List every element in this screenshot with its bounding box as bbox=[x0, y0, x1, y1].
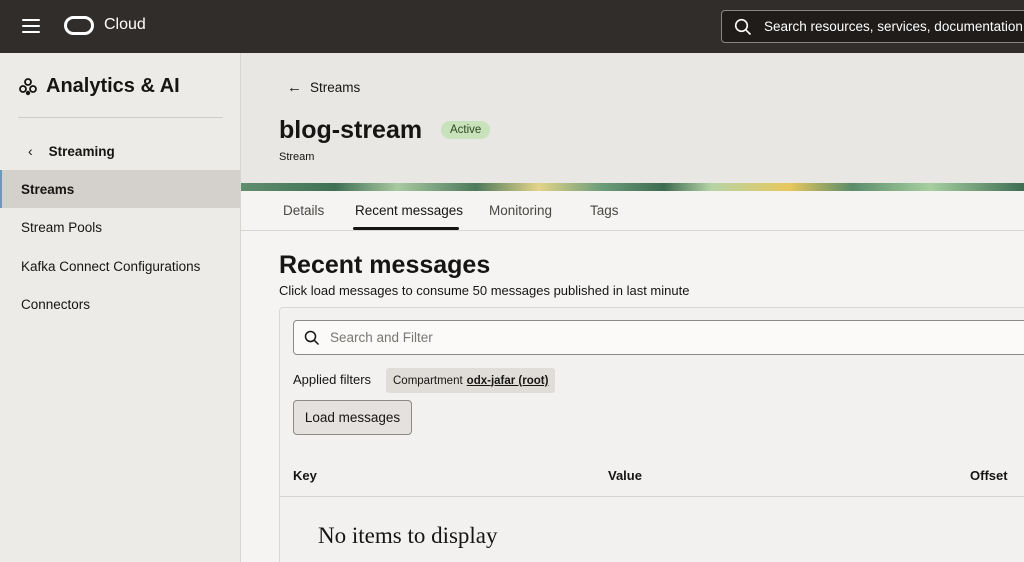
status-badge: Active bbox=[441, 121, 491, 139]
column-header-offset[interactable]: Offset bbox=[970, 468, 1008, 483]
column-header-value[interactable]: Value bbox=[608, 468, 642, 483]
menu-icon[interactable] bbox=[22, 19, 40, 33]
tab-monitoring[interactable]: Monitoring bbox=[489, 203, 552, 218]
analytics-icon bbox=[19, 77, 37, 95]
arrow-left-icon: ← bbox=[287, 79, 302, 96]
table-header-divider bbox=[280, 496, 1024, 497]
sidebar-heading: Analytics & AI bbox=[18, 75, 180, 98]
filter-chip-compartment: Compartment odx-jafar (root) bbox=[386, 368, 556, 393]
search-icon bbox=[734, 18, 752, 35]
search-icon bbox=[304, 330, 320, 345]
chevron-left-icon: ‹ bbox=[28, 143, 33, 159]
sidebar-item-kafka-connect[interactable]: Kafka Connect Configurations bbox=[0, 247, 240, 285]
active-tab-indicator bbox=[353, 227, 459, 230]
tab-tags[interactable]: Tags bbox=[590, 203, 619, 218]
back-link-label: Streams bbox=[310, 80, 361, 95]
back-to-streams-link[interactable]: ← Streams bbox=[287, 79, 360, 96]
top-bar: Cloud Search resources, services, docume… bbox=[0, 0, 1024, 53]
messages-panel: Search and Filter Applied filters Compar… bbox=[279, 307, 1024, 562]
applied-filters-label: Applied filters bbox=[293, 372, 372, 387]
page-title: blog-stream bbox=[279, 116, 423, 144]
page-subtitle: Stream bbox=[279, 151, 315, 163]
sidebar: Analytics & AI ‹ Streaming Streams Strea… bbox=[0, 53, 241, 562]
sidebar-back-label: Streaming bbox=[48, 143, 115, 159]
search-filter-input[interactable]: Search and Filter bbox=[293, 320, 1024, 355]
column-header-key[interactable]: Key bbox=[293, 468, 317, 483]
global-search-placeholder: Search resources, services, documentatio… bbox=[764, 19, 1024, 34]
search-filter-placeholder: Search and Filter bbox=[330, 330, 433, 345]
section-title: Recent messages bbox=[279, 251, 491, 279]
sidebar-item-connectors[interactable]: Connectors bbox=[0, 285, 240, 323]
oracle-logo-icon[interactable] bbox=[64, 16, 94, 35]
global-search-input[interactable]: Search resources, services, documentatio… bbox=[721, 10, 1024, 43]
sidebar-item-streams[interactable]: Streams bbox=[0, 170, 240, 208]
section-description: Click load messages to consume 50 messag… bbox=[279, 283, 690, 298]
filter-chip-value-link[interactable]: odx-jafar (root) bbox=[467, 375, 549, 387]
decorative-banner bbox=[241, 183, 1024, 191]
load-messages-button[interactable]: Load messages bbox=[293, 400, 412, 435]
empty-state-text: No items to display bbox=[318, 523, 498, 548]
sidebar-heading-label: Analytics & AI bbox=[46, 75, 180, 97]
sidebar-back-streaming[interactable]: ‹ Streaming bbox=[28, 143, 115, 159]
filter-chip-key: Compartment bbox=[393, 374, 463, 387]
tab-bar: Details Recent messages Monitoring Tags bbox=[241, 191, 1024, 231]
page-header: ← Streams blog-stream Active Stream bbox=[241, 53, 1024, 183]
tab-details[interactable]: Details bbox=[283, 203, 324, 218]
sidebar-divider bbox=[18, 117, 223, 118]
main-content: ← Streams blog-stream Active Stream Deta… bbox=[241, 53, 1024, 562]
sidebar-item-stream-pools[interactable]: Stream Pools bbox=[0, 208, 240, 246]
brand-label[interactable]: Cloud bbox=[104, 16, 146, 34]
tab-recent-messages[interactable]: Recent messages bbox=[355, 203, 463, 218]
